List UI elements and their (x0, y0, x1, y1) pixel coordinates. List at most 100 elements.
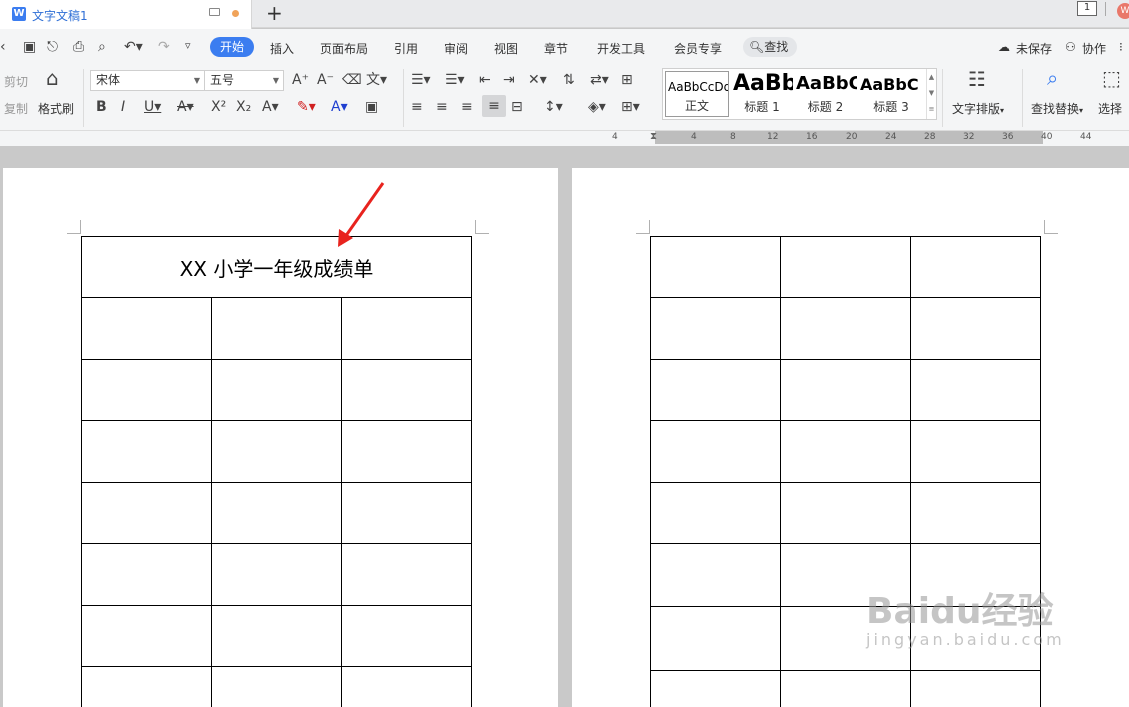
tab-chapter[interactable]: 章节 (544, 40, 568, 57)
superscript-icon[interactable]: X² (211, 99, 226, 115)
format-painter-icon[interactable]: ⌂ (46, 68, 59, 88)
table-cell[interactable] (910, 297, 1041, 360)
print-preview-icon[interactable]: ⌕ (98, 39, 106, 55)
table-cell[interactable] (780, 670, 911, 707)
quick-access-dropdown-icon[interactable]: ▿ (185, 39, 191, 52)
table-cell[interactable] (650, 670, 781, 707)
bold-icon[interactable]: B (96, 99, 107, 115)
collaborate-button[interactable]: 协作 (1082, 40, 1106, 57)
distributed-icon[interactable]: ⊟ (511, 99, 523, 115)
style-heading-1[interactable]: AaBb 标题 1 (731, 71, 793, 117)
table-cell[interactable] (650, 236, 781, 298)
table-cell[interactable] (910, 236, 1041, 298)
more-icon[interactable]: ⁝ (1119, 40, 1123, 54)
select-button[interactable]: 选择 (1098, 100, 1122, 117)
table-cell[interactable] (341, 420, 472, 483)
select-icon[interactable]: ⬚ (1102, 68, 1121, 88)
window-count-badge[interactable]: 1 (1077, 1, 1097, 16)
table-cell[interactable] (910, 359, 1041, 421)
grade-table[interactable]: XX 小学一年级成绩单 (81, 236, 472, 707)
table-cell[interactable] (341, 297, 472, 360)
table-cell[interactable] (650, 420, 781, 483)
table-cell[interactable] (650, 606, 781, 671)
indent-marker-icon[interactable]: ⧗ (650, 129, 657, 145)
borders-icon[interactable]: ⊞▾ (621, 99, 640, 115)
show-marks-icon[interactable]: ⇄▾ (590, 72, 609, 88)
tab-start[interactable]: 开始 (210, 37, 254, 57)
table-cell[interactable] (780, 297, 911, 360)
italic-icon[interactable]: I (121, 99, 125, 115)
table-cell[interactable] (341, 359, 472, 421)
table-cell[interactable] (780, 420, 911, 483)
font-size-select[interactable]: 五号 ▼ (204, 70, 284, 91)
table-cell[interactable] (341, 666, 472, 707)
redo-icon[interactable]: ↷ (158, 39, 170, 55)
document-tab[interactable]: W 文字文稿1 (0, 0, 252, 29)
table-cell[interactable] (341, 605, 472, 667)
find-replace-button[interactable]: 查找替换▾ (1031, 100, 1083, 117)
tab-developer[interactable]: 开发工具 (597, 40, 645, 57)
table-cell[interactable] (81, 605, 212, 667)
table-cell[interactable] (211, 482, 342, 544)
align-center-icon[interactable]: ≡ (436, 99, 448, 115)
unsaved-status[interactable]: 未保存 (1016, 40, 1052, 57)
menu-chevron-icon[interactable]: ‹ (0, 39, 6, 55)
table-cell[interactable] (910, 482, 1041, 544)
style-heading-2[interactable]: AaBbC 标题 2 (794, 71, 857, 117)
font-color-icon[interactable]: A▾ (331, 99, 348, 115)
increase-indent-icon[interactable]: ⇥ (503, 72, 515, 88)
strikethrough-icon[interactable]: A▾ (177, 99, 194, 115)
table-cell[interactable] (81, 359, 212, 421)
table-cell[interactable] (81, 482, 212, 544)
table-cell[interactable] (211, 297, 342, 360)
line-spacing-icon[interactable]: ↕▾ (544, 99, 563, 115)
new-tab-button[interactable]: + (266, 2, 283, 24)
underline-icon[interactable]: U▾ (144, 99, 161, 115)
shading-icon[interactable]: ◈▾ (588, 99, 606, 115)
styles-scroll[interactable]: ▲ ▼ ≡ (926, 69, 936, 119)
cloud-icon[interactable]: ☁ (998, 40, 1010, 54)
char-border-icon[interactable]: ▣ (365, 99, 378, 115)
tab-references[interactable]: 引用 (394, 40, 418, 57)
decrease-indent-icon[interactable]: ⇤ (479, 72, 491, 88)
print-icon[interactable]: ⎙ (73, 39, 84, 55)
table-cell[interactable] (650, 543, 781, 607)
table-cell[interactable] (341, 543, 472, 606)
font-name-select[interactable]: 宋体 ▼ (90, 70, 205, 91)
tab-view[interactable]: 视图 (494, 40, 518, 57)
table-cell[interactable] (910, 420, 1041, 483)
table-cell[interactable] (211, 605, 342, 667)
style-heading-3[interactable]: AaBbC 标题 3 (858, 71, 924, 117)
clear-format-icon[interactable]: ⌫ (342, 72, 362, 88)
table-cell[interactable] (81, 666, 212, 707)
table-grid-icon[interactable]: ⊞ (621, 72, 633, 88)
table-cell[interactable] (211, 420, 342, 483)
table-cell[interactable] (780, 482, 911, 544)
table-cell[interactable] (81, 543, 212, 606)
bullets-icon[interactable]: ☰▾ (411, 72, 431, 88)
text-layout-button[interactable]: 文字排版▾ (952, 100, 1004, 117)
table-cell[interactable] (650, 359, 781, 421)
align-left-icon[interactable]: ≡ (411, 99, 423, 115)
justify-icon[interactable]: ≡ (482, 95, 506, 117)
text-layout-icon[interactable]: ☷ (968, 69, 986, 89)
tab-member[interactable]: 会员专享 (674, 40, 722, 57)
table-cell[interactable] (780, 359, 911, 421)
user-avatar[interactable]: W (1117, 3, 1129, 19)
table-cell[interactable] (81, 297, 212, 360)
table-cell[interactable] (211, 543, 342, 606)
find-button[interactable]: 🔍︎查找 (743, 37, 797, 57)
grow-font-icon[interactable]: A⁺ (292, 72, 309, 88)
table-cell[interactable] (81, 420, 212, 483)
highlight-icon[interactable]: ✎▾ (297, 99, 316, 115)
table-cell[interactable] (341, 482, 472, 544)
table-cell[interactable] (650, 297, 781, 360)
table-cell[interactable] (910, 670, 1041, 707)
table-cell[interactable] (211, 666, 342, 707)
numbering-icon[interactable]: ☰▾ (445, 72, 465, 88)
tab-review[interactable]: 审阅 (444, 40, 468, 57)
table-cell[interactable] (211, 359, 342, 421)
find-replace-icon[interactable]: ⌕ (1047, 68, 1058, 88)
chinese-layout-icon[interactable]: ✕▾ (528, 72, 547, 88)
table-cell[interactable] (650, 482, 781, 544)
